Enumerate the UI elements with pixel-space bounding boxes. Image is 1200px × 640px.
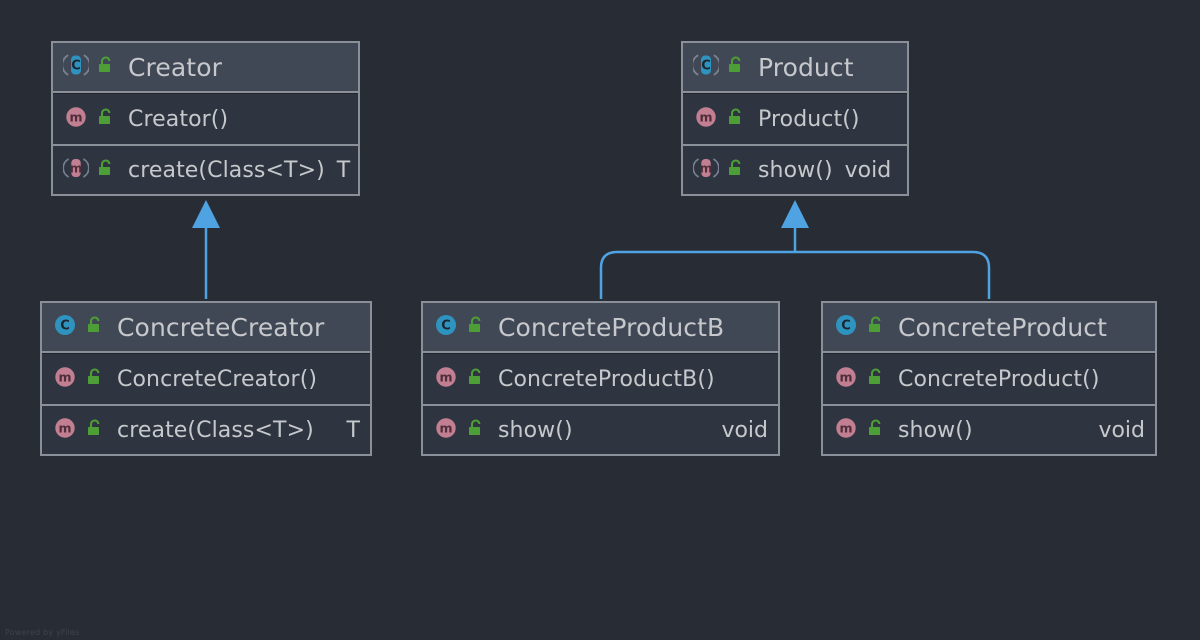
diagram-canvas[interactable]: C Creator m Creator() m create(Class<T>)… <box>0 0 1200 640</box>
public-unlock-icon <box>726 158 744 182</box>
uml-class-concreteCreator[interactable]: C ConcreteCreator m ConcreteCreator() m … <box>40 301 372 456</box>
member-name: ConcreteProduct() <box>898 366 1100 392</box>
member-name: ConcreteCreator() <box>117 366 318 392</box>
member-return-type: T <box>336 157 351 183</box>
class-members: m Creator() m create(Class<T>) T <box>53 93 358 194</box>
uml-class-product[interactable]: C Product m Product() m show() void <box>681 41 909 196</box>
member-name: show() <box>498 417 573 443</box>
class-members: m ConcreteProductB() m show() void <box>423 353 778 454</box>
svg-text:m: m <box>439 421 452 436</box>
svg-text:m: m <box>58 370 71 385</box>
svg-text:C: C <box>701 58 711 73</box>
method-icon: m <box>833 364 859 394</box>
class-name: Creator <box>128 52 222 82</box>
method-icon: m <box>833 415 859 445</box>
abstract-class-icon: C <box>61 52 91 82</box>
abstract-method-icon: m <box>692 155 720 185</box>
class-members: m ConcreteCreator() m create(Class<T>) T <box>42 353 370 454</box>
class-header[interactable]: C Product <box>683 43 907 93</box>
svg-text:m: m <box>839 370 852 385</box>
public-unlock-icon <box>866 315 884 339</box>
class-header[interactable]: C ConcreteProductB <box>423 303 778 353</box>
abstract-class-icon: C <box>691 52 721 82</box>
public-unlock-icon <box>866 367 884 391</box>
class-name: ConcreteProductB <box>498 312 725 342</box>
method-icon: m <box>433 364 459 394</box>
member-name: ConcreteProductB() <box>498 366 715 392</box>
arrowhead-product <box>781 200 809 228</box>
svg-text:m: m <box>439 370 452 385</box>
class-name: Product <box>758 52 854 82</box>
member-row[interactable]: m ConcreteProductB() <box>423 354 778 404</box>
member-row[interactable]: m create(Class<T>) T <box>53 144 358 194</box>
svg-text:m: m <box>70 161 83 175</box>
watermark: Powered by yFiles <box>5 628 80 637</box>
method-icon: m <box>52 415 78 445</box>
svg-text:C: C <box>441 319 451 334</box>
member-name: create(Class<T>) <box>117 417 314 443</box>
class-members: m ConcreteProduct() m show() void <box>823 353 1155 454</box>
method-icon: m <box>693 104 719 134</box>
member-return-type: void <box>721 417 768 443</box>
member-row[interactable]: m create(Class<T>) T <box>42 404 370 454</box>
svg-text:m: m <box>700 161 713 175</box>
member-row[interactable]: m ConcreteCreator() <box>42 354 370 404</box>
member-row[interactable]: m Creator() <box>53 94 358 144</box>
class-header[interactable]: C ConcreteProduct <box>823 303 1155 353</box>
svg-text:m: m <box>699 110 712 125</box>
public-unlock-icon <box>96 107 114 131</box>
class-members: m Product() m show() void <box>683 93 907 194</box>
class-icon: C <box>52 312 78 342</box>
svg-text:m: m <box>58 421 71 436</box>
member-return-type: void <box>1098 417 1145 443</box>
public-unlock-icon <box>85 418 103 442</box>
member-row[interactable]: m Product() <box>683 94 907 144</box>
public-unlock-icon <box>466 315 484 339</box>
public-unlock-icon <box>726 55 744 79</box>
arrowhead-creator <box>192 200 220 228</box>
class-header[interactable]: C Creator <box>53 43 358 93</box>
method-icon: m <box>433 415 459 445</box>
member-row[interactable]: m show() void <box>423 404 778 454</box>
public-unlock-icon <box>85 315 103 339</box>
member-row[interactable]: m show() void <box>683 144 907 194</box>
svg-text:C: C <box>60 319 70 334</box>
public-unlock-icon <box>726 107 744 131</box>
public-unlock-icon <box>96 55 114 79</box>
public-unlock-icon <box>96 158 114 182</box>
class-icon: C <box>833 312 859 342</box>
method-icon: m <box>52 364 78 394</box>
class-icon: C <box>433 312 459 342</box>
edge-concreteProduct-product <box>795 250 991 299</box>
public-unlock-icon <box>85 367 103 391</box>
member-name: create(Class<T>) <box>128 157 325 183</box>
class-name: ConcreteProduct <box>898 312 1108 342</box>
svg-text:m: m <box>839 421 852 436</box>
member-row[interactable]: m show() void <box>823 404 1155 454</box>
svg-text:C: C <box>841 319 851 334</box>
member-name: Product() <box>758 106 860 132</box>
public-unlock-icon <box>466 367 484 391</box>
member-name: show() <box>758 157 833 183</box>
public-unlock-icon <box>866 418 884 442</box>
edge-concreteProductB-product <box>599 250 795 299</box>
member-name: show() <box>898 417 973 443</box>
svg-text:m: m <box>69 110 82 125</box>
method-icon: m <box>63 104 89 134</box>
member-return-type: T <box>346 417 360 443</box>
uml-class-creator[interactable]: C Creator m Creator() m create(Class<T>)… <box>51 41 360 196</box>
member-return-type: void <box>844 157 892 183</box>
svg-text:C: C <box>71 58 81 73</box>
uml-class-concreteProduct[interactable]: C ConcreteProduct m ConcreteProduct() m … <box>821 301 1157 456</box>
abstract-method-icon: m <box>62 155 90 185</box>
class-header[interactable]: C ConcreteCreator <box>42 303 370 353</box>
member-row[interactable]: m ConcreteProduct() <box>823 354 1155 404</box>
public-unlock-icon <box>466 418 484 442</box>
member-name: Creator() <box>128 106 229 132</box>
uml-class-concreteProductB[interactable]: C ConcreteProductB m ConcreteProductB() … <box>421 301 780 456</box>
class-name: ConcreteCreator <box>117 312 325 342</box>
